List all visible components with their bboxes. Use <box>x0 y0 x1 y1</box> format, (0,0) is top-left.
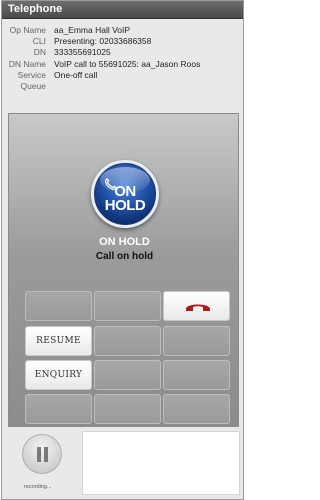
info-value: VoIP call to 55691025: aa_Jason Roos <box>54 58 201 69</box>
hang-up-icon <box>186 304 210 311</box>
info-label: Service <box>17 69 46 80</box>
on-hold-button[interactable]: ON HOLD <box>91 160 159 228</box>
info-row-queue: Queue <box>2 81 243 92</box>
resume-button-label: RESUME <box>36 336 81 346</box>
call-control-panel: ON HOLD ON HOLD Call on hold RESUME ENQU… <box>8 113 239 427</box>
recording-area: recording... <box>2 427 243 499</box>
blank-button-r4c1[interactable] <box>25 394 92 424</box>
blank-button-r2c2[interactable] <box>94 326 161 356</box>
info-value: One-off call <box>54 69 98 80</box>
info-value: aa_Emma Hall VoIP <box>54 25 131 35</box>
telephone-window: Telephone Op Name aa_Emma Hall VoIP CLI … <box>1 0 244 500</box>
blank-button-r1c1[interactable] <box>25 291 92 321</box>
enquiry-button-label: ENQUIRY <box>34 370 83 380</box>
blank-button-r4c3[interactable] <box>163 394 230 424</box>
window-title: Telephone <box>8 3 63 15</box>
notes-area[interactable] <box>82 431 240 495</box>
title-bar: Telephone <box>2 1 243 19</box>
handset-icon <box>105 178 117 190</box>
pause-icon-bar-left <box>37 447 41 462</box>
resume-button[interactable]: RESUME <box>25 326 92 356</box>
blank-button-r2c3[interactable] <box>163 326 230 356</box>
recording-status: recording... <box>24 484 52 490</box>
blank-button-r3c3[interactable] <box>163 360 230 390</box>
info-row-dn-name: DN Name VoIP call to 55691025: aa_Jason … <box>2 59 243 70</box>
call-info: Op Name aa_Emma Hall VoIP CLI Presenting… <box>2 25 243 92</box>
info-value: Presenting: 02033686358 <box>54 36 152 47</box>
call-state-subtitle: Call on hold <box>95 251 154 262</box>
info-value: 333355691025 <box>54 47 111 58</box>
info-row-dn: DN 333355691025 <box>2 47 243 58</box>
hang-up-button[interactable] <box>163 291 230 321</box>
info-row-service: Service One-off call <box>2 70 243 81</box>
info-label: Queue <box>20 80 46 91</box>
call-state-title: ON HOLD <box>99 236 150 248</box>
info-label: DN <box>33 47 46 58</box>
blank-button-r3c2[interactable] <box>94 360 161 390</box>
enquiry-button[interactable]: ENQUIRY <box>25 360 92 390</box>
blank-button-r4c2[interactable] <box>94 394 161 424</box>
info-row-cli: CLI Presenting: 02033686358 <box>2 36 243 47</box>
info-label: Op Name <box>9 25 46 35</box>
pause-icon-bar-right <box>44 447 48 462</box>
blank-button-r1c2[interactable] <box>94 291 161 321</box>
info-label: CLI <box>32 36 46 47</box>
on-hold-button-label: ON HOLD <box>104 183 146 214</box>
pause-recording-button[interactable] <box>22 434 62 474</box>
info-label: DN Name <box>8 58 46 69</box>
info-row-op-name: Op Name aa_Emma Hall VoIP <box>2 25 243 36</box>
